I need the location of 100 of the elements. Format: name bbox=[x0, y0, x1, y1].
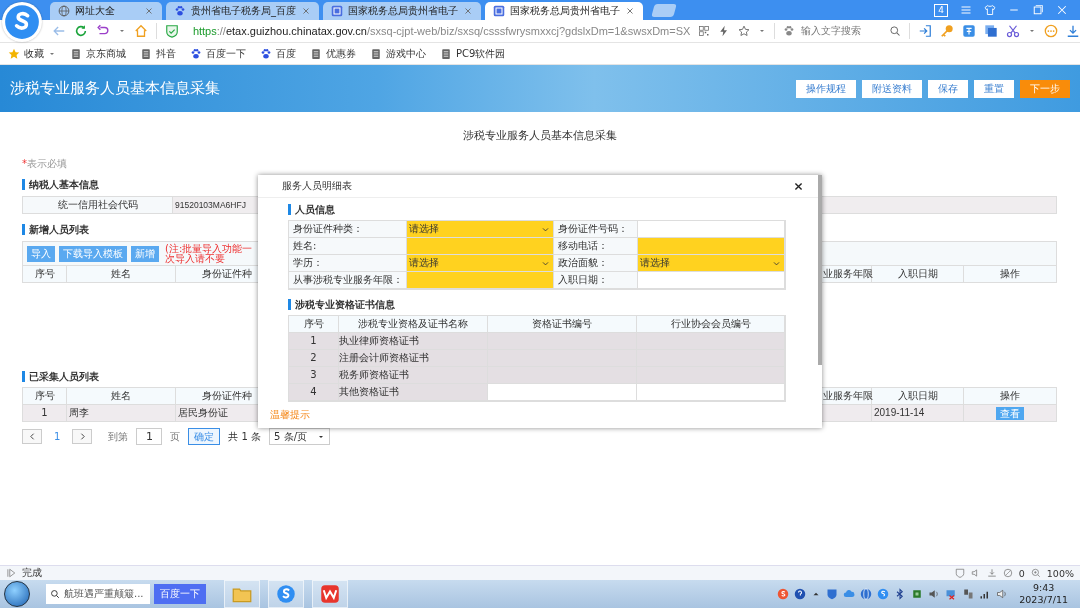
next-page-button[interactable] bbox=[72, 429, 93, 444]
volume-icon[interactable] bbox=[996, 588, 1009, 600]
caret-icon[interactable] bbox=[118, 27, 126, 35]
page-size-dropdown[interactable]: 5 条/页 bbox=[269, 428, 331, 445]
bookmark-item[interactable]: 优惠券 bbox=[310, 46, 356, 61]
document-icon bbox=[140, 47, 152, 60]
taskbar-search-field[interactable]: 航班遇严重颠簸... bbox=[46, 584, 150, 604]
start-button[interactable] bbox=[4, 581, 30, 607]
shirt-icon[interactable] bbox=[984, 4, 996, 16]
table-cell: 注册会计师资格证书 bbox=[339, 350, 488, 367]
input-field[interactable] bbox=[638, 272, 785, 289]
goto-label: 到第 bbox=[108, 429, 129, 444]
document-icon bbox=[370, 47, 382, 60]
input-field[interactable] bbox=[637, 384, 785, 401]
key-icon[interactable] bbox=[940, 24, 954, 38]
bookmark-item[interactable]: 游戏中心 bbox=[370, 46, 426, 61]
wps-icon[interactable] bbox=[320, 584, 340, 604]
back-icon[interactable] bbox=[52, 24, 66, 38]
search-field[interactable]: 输入文字搜索 bbox=[783, 24, 902, 38]
help-icon[interactable] bbox=[794, 588, 807, 600]
search-icon bbox=[50, 589, 60, 599]
speaker-icon[interactable] bbox=[928, 588, 941, 600]
shield-icon[interactable] bbox=[826, 588, 839, 600]
input-field[interactable] bbox=[638, 221, 785, 238]
paw-icon bbox=[190, 47, 202, 60]
new-tab-button[interactable] bbox=[651, 3, 677, 17]
bookmark-item[interactable]: PC9软件园 bbox=[440, 46, 506, 61]
qr-code-icon[interactable] bbox=[698, 25, 711, 37]
header-button[interactable]: 重置 bbox=[974, 79, 1014, 98]
search-icon[interactable] bbox=[889, 25, 902, 37]
input-field[interactable] bbox=[407, 238, 554, 255]
table-cell: 2 bbox=[289, 350, 339, 367]
sogou-browser-icon[interactable] bbox=[276, 584, 296, 604]
maximize-icon[interactable] bbox=[1032, 4, 1044, 16]
input-field[interactable] bbox=[488, 384, 637, 401]
browser-tab[interactable]: 贵州省电子税务局_百度 bbox=[166, 2, 319, 20]
status-text: 完成 bbox=[22, 566, 42, 580]
bookmark-item[interactable]: 京东商城 bbox=[70, 46, 126, 61]
clock[interactable]: 9:43 2023/7/11 bbox=[1019, 582, 1068, 606]
column-header: 序号 bbox=[289, 316, 339, 333]
page-number[interactable]: 1 bbox=[54, 431, 61, 442]
shield-icon[interactable] bbox=[954, 568, 965, 578]
field-label: 移动电话： bbox=[554, 238, 638, 255]
browser-tab[interactable]: 国家税务总局贵州省电子 bbox=[485, 2, 643, 20]
caret-icon[interactable] bbox=[1028, 27, 1036, 35]
scissors-icon[interactable] bbox=[1006, 24, 1020, 38]
download-icon[interactable] bbox=[1066, 24, 1080, 38]
section-heading: 新增人员列表 bbox=[22, 224, 89, 235]
dropdown[interactable]: 请选择 bbox=[407, 255, 554, 272]
field-label: 身份证件种类： bbox=[289, 221, 407, 238]
ad-block-icon[interactable] bbox=[1002, 568, 1013, 578]
translate-icon[interactable] bbox=[962, 24, 976, 38]
header-button[interactable]: 附送资料 bbox=[862, 79, 922, 98]
input-field[interactable] bbox=[407, 272, 554, 289]
caret-icon[interactable] bbox=[758, 27, 767, 35]
section-heading: 涉税专业资格证书信息 bbox=[288, 299, 395, 310]
form-title: 涉税专业服务人员基本信息采集 bbox=[461, 128, 618, 142]
download-icon[interactable] bbox=[986, 568, 997, 578]
tax-logo-icon bbox=[331, 5, 343, 17]
bookmark-item[interactable]: 收藏 bbox=[8, 46, 56, 61]
bookmark-item[interactable]: 百度 bbox=[260, 46, 296, 61]
bookmark-item[interactable]: 百度一下 bbox=[190, 46, 246, 61]
sign-in-icon[interactable] bbox=[918, 24, 932, 38]
import-note: (注:批量导入功能一次导入请不要 bbox=[165, 243, 254, 264]
page-input[interactable]: 1 bbox=[136, 428, 163, 445]
document-icon bbox=[70, 47, 82, 60]
scrollbar[interactable] bbox=[818, 175, 822, 365]
paw-icon bbox=[174, 5, 186, 17]
address-field[interactable]: https://etax.guizhou.chinatax.gov.cn/sxsq-cjpt-web/biz/sxsq/csssfwrysmxxcj?gdslxDm=1&swsxDm=SX bbox=[192, 25, 691, 37]
search-button[interactable]: 百度一下 bbox=[154, 584, 206, 604]
table-cell: 1 bbox=[289, 333, 339, 350]
header-button[interactable]: 操作规程 bbox=[796, 79, 856, 98]
more-icon[interactable] bbox=[1044, 24, 1058, 38]
home-icon[interactable] bbox=[134, 24, 148, 38]
chip-icon[interactable] bbox=[911, 588, 924, 600]
star-outline-icon[interactable] bbox=[738, 25, 751, 37]
bookmark-item[interactable]: 抖音 bbox=[140, 46, 176, 61]
zoom-icon[interactable] bbox=[1030, 568, 1041, 578]
field-label: 政治面貌： bbox=[554, 255, 638, 272]
sogou-browser-icon[interactable] bbox=[877, 588, 890, 600]
input-field[interactable] bbox=[638, 238, 785, 255]
windows-icon[interactable] bbox=[984, 24, 998, 38]
browser-tab[interactable]: 国家税务总局贵州省电子 bbox=[323, 2, 481, 20]
cloud-icon[interactable] bbox=[843, 588, 856, 600]
header-button[interactable]: 保存 bbox=[928, 79, 968, 98]
menu-icon[interactable] bbox=[960, 4, 972, 16]
browser-tab[interactable]: 网址大全 bbox=[50, 2, 162, 20]
previous-page-button[interactable] bbox=[22, 429, 42, 444]
dropdown[interactable]: 请选择 bbox=[407, 221, 554, 238]
refresh-icon[interactable] bbox=[74, 24, 88, 38]
close-icon[interactable] bbox=[793, 180, 804, 192]
play-icon bbox=[6, 568, 16, 578]
letter-s-icon[interactable] bbox=[777, 588, 790, 600]
dropdown[interactable]: 请选择 bbox=[638, 255, 785, 272]
shield-icon[interactable] bbox=[164, 24, 179, 38]
table-cell: 1 bbox=[23, 405, 67, 421]
column-header: 序号 bbox=[23, 388, 67, 404]
zoom-level[interactable]: 100% bbox=[1046, 567, 1074, 579]
total-count: 共 1 条 bbox=[228, 429, 262, 444]
table-cell: 周李 bbox=[67, 405, 176, 421]
